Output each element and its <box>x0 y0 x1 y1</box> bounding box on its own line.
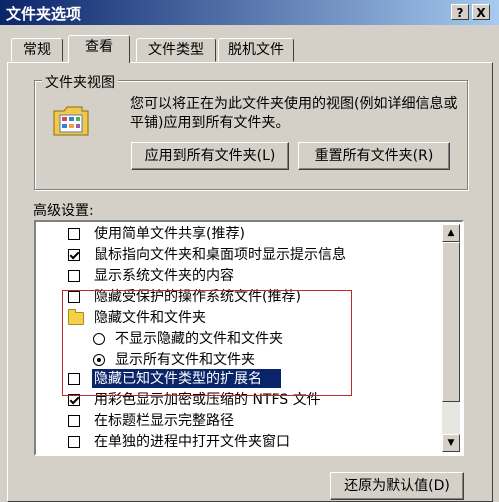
checkbox[interactable] <box>68 415 80 427</box>
window-title: 文件夹选项 <box>6 5 82 23</box>
checkbox[interactable] <box>68 291 80 303</box>
scroll-down-icon[interactable]: ▼ <box>442 434 460 452</box>
tab-offline-files[interactable]: 脱机文件 <box>218 38 294 62</box>
tab-file-types[interactable]: 文件类型 <box>136 38 216 62</box>
folder-views-description: 您可以将正在为此文件夹使用的视图(例如详细信息或平铺)应用到所有文件夹。 <box>130 96 458 131</box>
list-item-label: 隐藏受保护的操作系统文件(推荐) <box>94 289 301 305</box>
close-button[interactable]: X <box>472 4 490 20</box>
checkbox[interactable] <box>68 436 80 448</box>
folder-views-label: 文件夹视图 <box>42 72 118 92</box>
scrollbar-thumb[interactable] <box>442 242 460 402</box>
scroll-up-icon[interactable]: ▲ <box>442 224 460 242</box>
list-item-label: 显示所有文件和文件夹 <box>115 352 255 368</box>
list-item-label: 隐藏已知文件类型的扩展名 <box>94 371 262 387</box>
advanced-settings-label: 高级设置: <box>33 203 94 219</box>
list-item-label: 显示系统文件夹的内容 <box>94 268 234 284</box>
radio-button[interactable] <box>93 333 105 345</box>
apply-to-all-folders-button[interactable]: 应用到所有文件夹(L) <box>131 142 289 170</box>
vertical-scrollbar[interactable]: ▲ ▼ <box>442 224 460 452</box>
folder-icon <box>68 309 84 325</box>
checkbox[interactable] <box>68 228 80 240</box>
radio-button-selected[interactable] <box>93 354 105 366</box>
checkbox-checked[interactable] <box>68 394 80 406</box>
help-button[interactable]: ? <box>451 4 469 20</box>
title-bar: 文件夹选项 ? X <box>0 0 499 25</box>
list-item-label: 隐藏文件和文件夹 <box>94 310 206 326</box>
list-item-label: 不显示隐藏的文件和文件夹 <box>115 331 283 347</box>
list-item-label: 用彩色显示加密或压缩的 NTFS 文件 <box>94 392 321 408</box>
list-item-label: 鼠标指向文件夹和桌面项时显示提示信息 <box>94 247 346 263</box>
checkbox[interactable] <box>68 270 80 282</box>
list-item-label: 在标题栏显示完整路径 <box>94 413 234 429</box>
checkbox[interactable] <box>68 373 80 385</box>
reset-all-folders-button[interactable]: 重置所有文件夹(R) <box>298 142 450 170</box>
checkbox-checked[interactable] <box>68 249 80 261</box>
folder-view-icon <box>53 106 89 136</box>
list-item-label: 在单独的进程中打开文件夹窗口 <box>94 434 290 450</box>
list-item-label: 使用简单文件共享(推荐) <box>94 226 245 242</box>
tab-view[interactable]: 查看 <box>68 35 130 63</box>
tab-general[interactable]: 常规 <box>11 38 63 62</box>
